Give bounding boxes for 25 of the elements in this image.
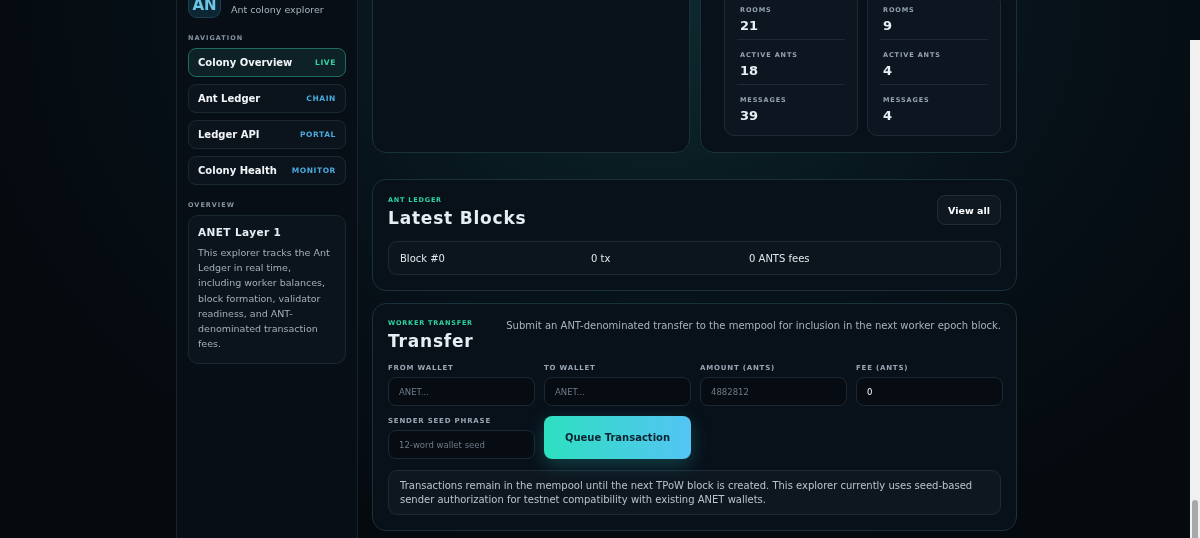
input-field[interactable]: ANET...: [388, 377, 535, 406]
section-title: Latest Blocks: [388, 208, 527, 228]
block-fees: 0 ANTS fees: [749, 252, 810, 264]
stat-value: 21: [740, 18, 760, 33]
block-tx-count: 0 tx: [591, 252, 612, 264]
input-field[interactable]: 0: [856, 377, 1003, 406]
input-field[interactable]: ANET...: [544, 377, 691, 406]
overview-title: ANET Layer 1: [198, 226, 283, 238]
block-number: Block #0: [400, 252, 446, 264]
info-note: Transactions remain in the mempool until the next TPoW block is created. This explorer currently uses seed-based sender authorization for testnet compatibility with existing ANET wallets.: [388, 470, 1001, 515]
input-field[interactable]: 12-word wallet seed: [388, 430, 535, 459]
brand-tagline: Ant colony explorer: [231, 4, 324, 15]
stat-value: 9: [883, 18, 894, 33]
section-title: Transfer: [388, 331, 474, 351]
stat-value: 4: [883, 63, 894, 78]
input-field[interactable]: 4882812: [700, 377, 847, 406]
stat-value: 4: [883, 108, 894, 123]
transfer-description: Submit an ANT-denominated transfer to the mempool for inclusion in the next worker epoch block.: [506, 320, 1001, 331]
view-all-button[interactable]: View all: [937, 195, 1001, 225]
block-row[interactable]: Block #0 0 tx 0 ANTS fees: [388, 241, 1001, 275]
scrollbar[interactable]: [1190, 40, 1200, 538]
stat-value: 18: [740, 63, 760, 78]
queue-transaction-button[interactable]: Queue Transaction: [544, 416, 691, 459]
stat-value: 39: [740, 108, 760, 123]
overview-text: This explorer tracks the Ant Ledger in real time, including worker balances, block formation, validator readiness, and ANT-denominated transaction fees.: [198, 246, 331, 352]
